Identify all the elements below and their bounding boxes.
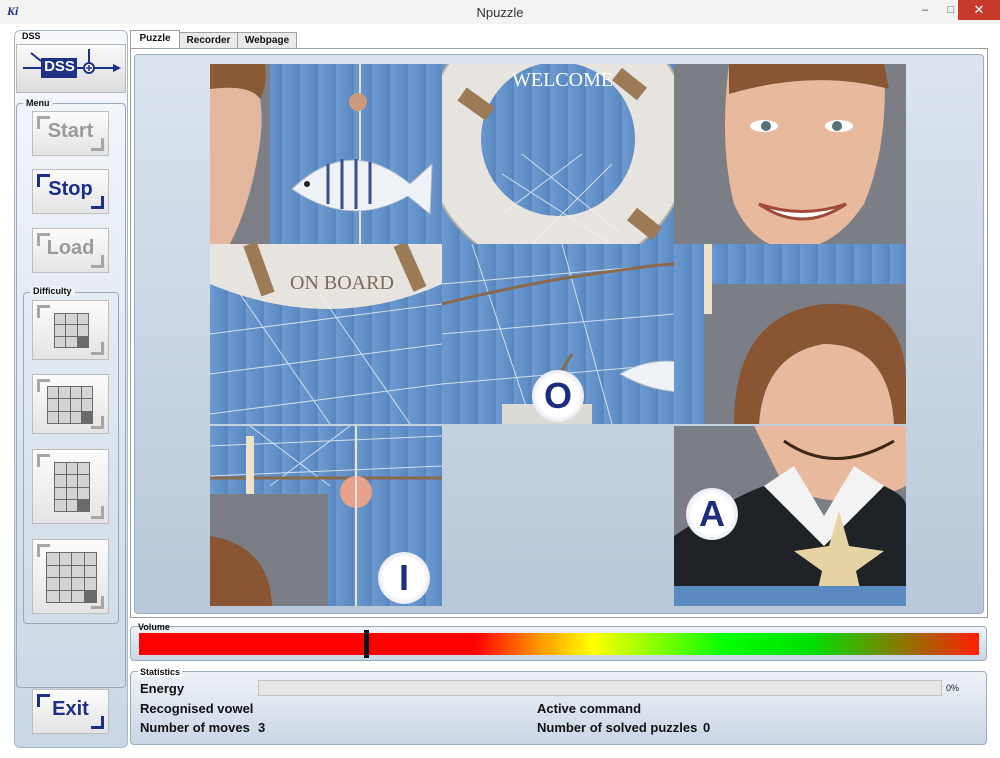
puzzle-tile[interactable]: O: [442, 244, 674, 424]
recognised-vowel-label: Recognised vowel: [140, 701, 254, 716]
grid-6x6-icon: [46, 552, 97, 603]
grid-4x4-icon: [47, 386, 93, 424]
puzzle-board: WELCOME ON BOARD O I A: [210, 64, 906, 606]
tile-image: WELCOME: [442, 64, 674, 244]
tile-image: ON BOARD: [210, 244, 442, 424]
dss-logo-button[interactable]: DSS: [16, 44, 126, 93]
start-button[interactable]: Start: [32, 111, 109, 156]
grid-3x3-icon: [54, 313, 89, 348]
puzzle-tile[interactable]: A: [674, 426, 906, 606]
tile-image: [725, 64, 889, 244]
tile-image: [210, 64, 433, 244]
difficulty-group-label: Difficulty: [30, 286, 75, 296]
load-button[interactable]: Load: [32, 228, 109, 273]
minimize-button[interactable]: –: [912, 0, 938, 20]
solved-puzzles-value: 0: [703, 720, 711, 735]
active-command-label: Active command: [537, 701, 642, 716]
window-title: Npuzzle: [476, 5, 524, 20]
tab-recorder[interactable]: Recorder: [179, 32, 238, 49]
puzzle-tile[interactable]: [210, 64, 442, 244]
dss-group-label: DSS: [22, 31, 41, 41]
menu-group-label: Menu: [23, 98, 53, 108]
difficulty-6x6-button[interactable]: [32, 539, 109, 614]
bracket-decoration: [37, 305, 50, 318]
volume-meter: [139, 633, 979, 655]
difficulty-5x5-button[interactable]: [32, 449, 109, 524]
tab-webpage[interactable]: Webpage: [237, 32, 297, 49]
difficulty-4x4-button[interactable]: [32, 374, 109, 434]
bracket-decoration: [91, 716, 104, 729]
solved-puzzles-label: Number of solved puzzles: [537, 720, 698, 735]
statistics-label: Statistics: [138, 667, 183, 677]
vowel-i: I: [378, 552, 430, 604]
moves-value: 3: [258, 720, 266, 735]
volume-level-marker: [363, 630, 369, 658]
energy-percent: 0%: [946, 683, 960, 693]
exit-button[interactable]: Exit: [32, 689, 109, 734]
vowel-o: O: [532, 370, 584, 422]
stop-button[interactable]: Stop: [32, 169, 109, 214]
welcome-text: WELCOME: [512, 69, 613, 91]
puzzle-tile[interactable]: WELCOME: [442, 64, 674, 244]
bracket-decoration: [91, 596, 104, 609]
bracket-decoration: [91, 416, 104, 429]
bracket-decoration: [37, 454, 50, 467]
bracket-decoration: [91, 196, 104, 209]
close-button[interactable]: ✕: [958, 0, 1000, 20]
volume-label: Volume: [138, 622, 170, 632]
tile-image: [704, 244, 906, 424]
bracket-decoration: [91, 506, 104, 519]
energy-progress-bar: [258, 680, 942, 696]
dss-logo-text: DSS: [44, 58, 75, 75]
puzzle-tile[interactable]: I: [210, 426, 442, 606]
vowel-a: A: [686, 488, 738, 540]
on-board-text: ON BOARD: [290, 272, 394, 294]
puzzle-tile[interactable]: [674, 244, 906, 424]
bracket-decoration: [91, 255, 104, 268]
bracket-decoration: [91, 342, 104, 355]
difficulty-3x3-button[interactable]: [32, 300, 109, 360]
bracket-decoration: [91, 138, 104, 151]
title-bar: Ki Npuzzle – □ ✕: [0, 0, 1000, 25]
grid-5x5-icon: [54, 462, 90, 512]
moves-label: Number of moves: [140, 720, 250, 735]
energy-label: Energy: [140, 681, 185, 696]
puzzle-tile[interactable]: ON BOARD: [210, 244, 442, 424]
tab-puzzle[interactable]: Puzzle: [130, 30, 180, 50]
empty-tile-slot[interactable]: [442, 426, 674, 606]
puzzle-tile[interactable]: [674, 64, 906, 244]
